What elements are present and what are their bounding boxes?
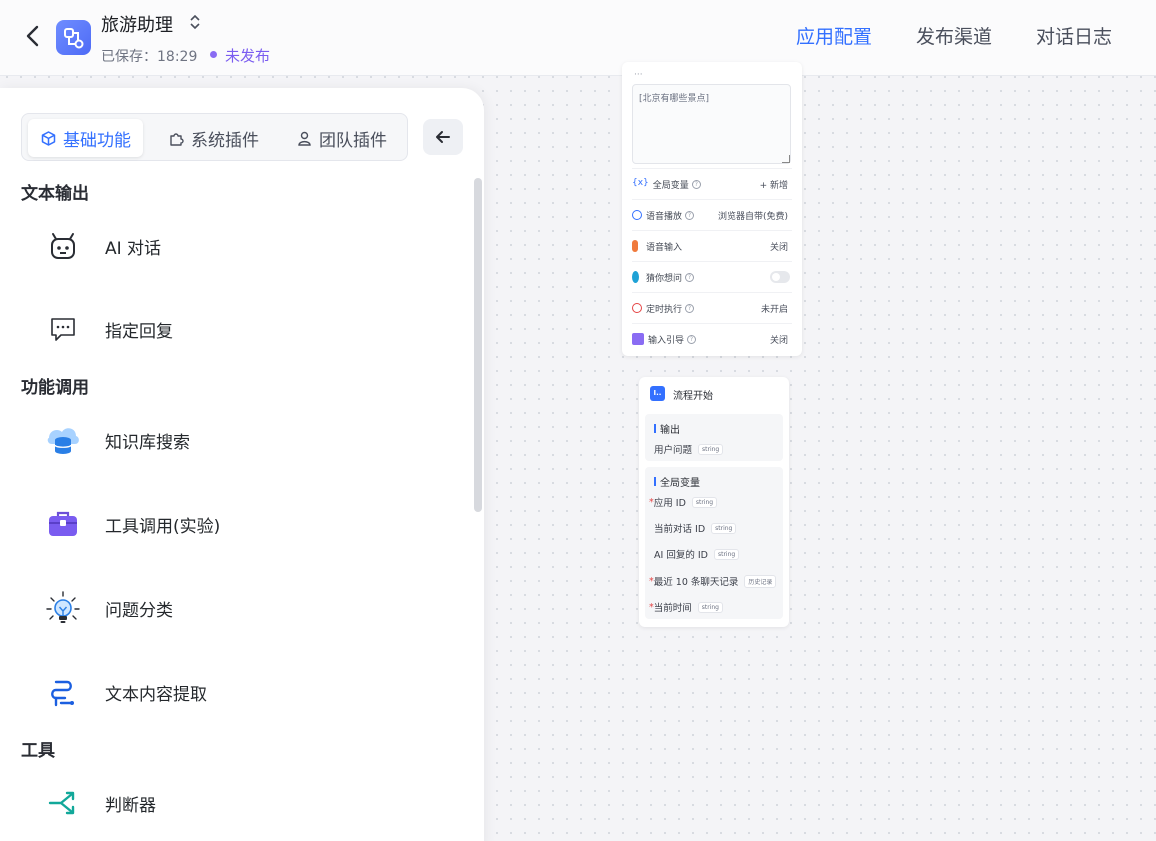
global-var-chat-id: 当前对话 ID string <box>654 521 737 535</box>
output-block: 输出 用户问题 string <box>645 414 783 461</box>
module-fixed-reply[interactable]: 指定回复 <box>44 301 454 357</box>
flow-start-icon: I.. <box>650 386 665 401</box>
panel-scrollbar[interactable] <box>474 178 482 512</box>
extract-icon <box>44 673 82 711</box>
robot-icon <box>44 227 82 265</box>
braces-icon: {x} <box>632 178 649 188</box>
back-arrow-icon[interactable] <box>20 22 48 50</box>
row-scheduled[interactable]: 定时执行? 未开启 <box>632 292 792 323</box>
global-var-response-id: AI 回复的 ID string <box>654 547 740 561</box>
flow-start-node[interactable]: I.. 流程开始 输出 用户问题 string 全局变量 * 应用 ID stri… <box>639 377 789 627</box>
chat-bubble-icon <box>44 310 82 348</box>
cube-icon <box>41 130 56 146</box>
section-function-call: 功能调用 <box>21 378 89 398</box>
row-guess-question[interactable]: 猜你想问? <box>632 261 792 292</box>
help-icon: ? <box>691 179 701 189</box>
module-text-extract[interactable]: 文本内容提取 <box>44 664 454 720</box>
section-text-output: 文本输出 <box>21 184 89 204</box>
guide-icon <box>632 333 644 345</box>
row-global-vars[interactable]: {x} 全局变量? + 新增 <box>632 168 792 199</box>
module-question-classify[interactable]: 问题分类 <box>44 580 454 636</box>
help-icon: ? <box>685 272 695 282</box>
lightbulb-icon <box>44 589 82 627</box>
chevron-updown-icon[interactable] <box>188 12 202 32</box>
workflow-icon <box>64 28 84 49</box>
tab-system-plugins[interactable]: 系统插件 <box>156 119 271 157</box>
global-vars-title: 全局变量 <box>654 474 700 489</box>
publish-status: 未发布 <box>225 47 271 65</box>
toolbox-icon <box>44 505 82 543</box>
row-voice-play[interactable]: 语音播放? 浏览器自带(免费) <box>632 199 792 230</box>
global-var-history: * 最近 10 条聊天记录 历史记录 <box>649 574 777 588</box>
truncated-label: ··· <box>634 70 643 80</box>
tab-team-plugins[interactable]: 团队插件 <box>284 119 399 157</box>
speaker-icon <box>632 210 642 220</box>
arrow-left-icon <box>436 131 450 143</box>
puzzle-icon <box>170 132 184 146</box>
config-node[interactable]: ··· [北京有哪些景点] {x} 全局变量? + 新增 语音播放? 浏览器自带… <box>622 62 802 356</box>
global-vars-block: 全局变量 * 应用 ID string 当前对话 ID string AI 回复的… <box>645 467 783 619</box>
help-icon: ? <box>687 334 697 344</box>
nav-chat-logs[interactable]: 对话日志 <box>1036 22 1112 49</box>
branch-icon <box>44 784 82 822</box>
module-ai-chat[interactable]: AI 对话 <box>44 218 454 274</box>
top-header: 旅游助理 已保存：18:29 未发布 应用配置 发布渠道 对话日志 <box>0 0 1156 76</box>
opening-textarea[interactable]: [北京有哪些景点] <box>632 84 791 164</box>
user-icon <box>298 131 311 146</box>
collapse-panel-button[interactable] <box>423 119 463 155</box>
row-input-guide[interactable]: 输入引导? 关闭 <box>632 323 792 354</box>
mic-icon <box>632 240 638 252</box>
global-var-app-id: * 应用 ID string <box>649 495 718 509</box>
bulb-icon <box>632 271 639 283</box>
row-voice-input[interactable]: 语音输入 关闭 <box>632 230 792 261</box>
guess-toggle[interactable] <box>770 271 790 283</box>
module-kb-search[interactable]: 知识库搜索 <box>44 412 454 468</box>
global-var-current-time: * 当前时间 string <box>649 600 723 614</box>
saved-time: 已保存：18:29 <box>101 49 198 65</box>
app-logo <box>56 20 91 55</box>
output-var: 用户问题 string <box>654 442 724 456</box>
module-judge[interactable]: 判断器 <box>44 775 454 831</box>
help-icon: ? <box>685 210 695 220</box>
section-tools: 工具 <box>21 741 55 761</box>
tab-basic[interactable]: 基础功能 <box>28 119 143 157</box>
database-icon <box>44 421 82 459</box>
output-title: 输出 <box>654 421 680 436</box>
flow-start-title: 流程开始 <box>673 391 713 402</box>
status-dot <box>210 51 217 58</box>
nav-app-config[interactable]: 应用配置 <box>796 22 872 49</box>
module-panel: 基础功能 系统插件 团队插件 文本输出 AI 对话 指定回复 功能调用 知识库搜… <box>0 88 484 841</box>
app-name: 旅游助理 <box>101 15 173 36</box>
help-icon: ? <box>685 303 695 313</box>
resize-handle-icon[interactable] <box>782 155 790 163</box>
module-tool-call[interactable]: 工具调用(实验) <box>44 496 454 552</box>
clock-icon <box>632 303 642 313</box>
module-tabs: 基础功能 系统插件 团队插件 <box>21 113 408 161</box>
nav-publish-channel[interactable]: 发布渠道 <box>916 22 992 49</box>
